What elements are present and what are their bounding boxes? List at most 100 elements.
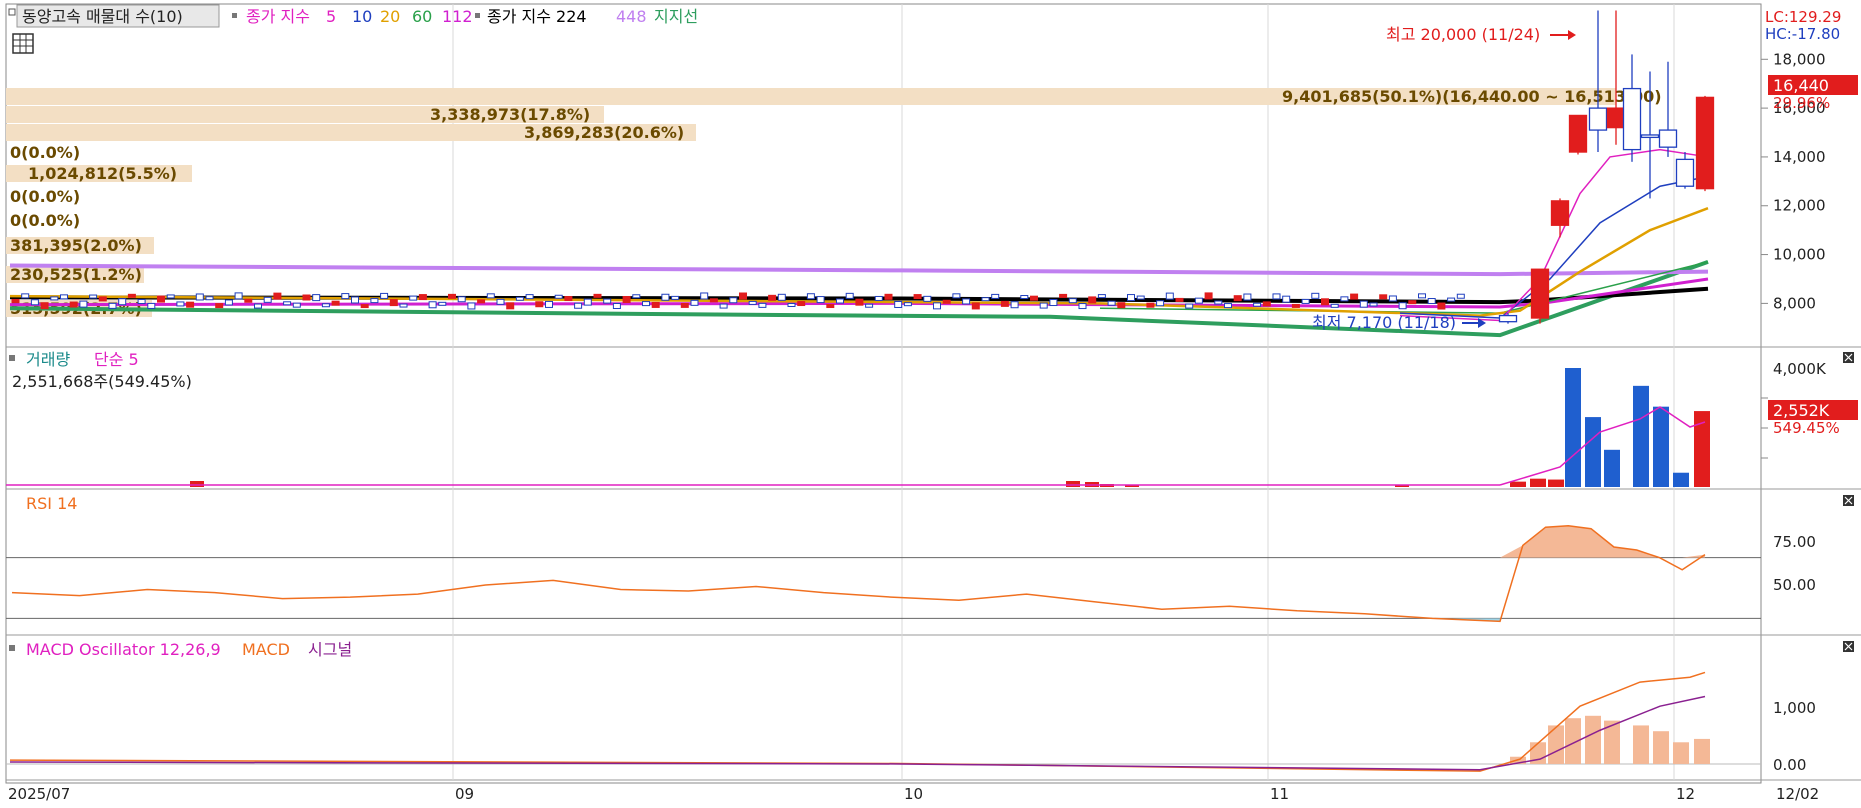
- legend-ma2-label: 종가 지수 224: [487, 7, 587, 26]
- candle-small: [292, 302, 301, 308]
- legend-ma-marker: [232, 13, 237, 18]
- candle-small: [991, 293, 1000, 299]
- candle-body: [1588, 107, 1608, 131]
- candle-small: [1330, 303, 1339, 308]
- candle-small: [1020, 295, 1029, 300]
- volume-profile-label: 9,401,685(50.1%)(16,440.00 ~ 16,513.00): [1282, 87, 1662, 106]
- candle-small: [952, 293, 961, 299]
- volume-profile-label: 0(0.0%): [10, 211, 80, 230]
- candle-small: [98, 296, 107, 302]
- candle-small: [438, 301, 447, 306]
- candle-small: [1272, 293, 1281, 300]
- candle-small: [1078, 303, 1087, 310]
- candle-small: [1224, 303, 1232, 309]
- candle-small: [1282, 295, 1291, 303]
- candle-small: [1204, 292, 1213, 300]
- candle-small: [1427, 298, 1436, 305]
- candle-small: [739, 292, 747, 300]
- candle-small: [612, 303, 621, 310]
- legend-ma-5: 5: [326, 7, 336, 26]
- legend-ma-20: 20: [380, 7, 400, 26]
- volume-profile-label: 1,024,812(5.5%): [28, 164, 177, 183]
- candle-small: [1107, 300, 1116, 306]
- candle-small: [651, 301, 660, 308]
- rsi-close-button[interactable]: [1843, 495, 1854, 506]
- candle-small: [671, 295, 680, 300]
- candle-small: [1437, 302, 1446, 310]
- volume-bar: [1604, 449, 1620, 487]
- macd-ytick-0: 0.00: [1773, 756, 1806, 774]
- volume-ytick: 4,000K: [1773, 360, 1827, 378]
- candle-small: [777, 293, 786, 301]
- candle-small: [89, 294, 98, 299]
- macd-legend-marker: [9, 645, 15, 651]
- candle-small: [1185, 303, 1194, 309]
- candle-small: [729, 297, 738, 304]
- grid-icon[interactable]: [12, 33, 34, 54]
- candle-small: [1175, 297, 1184, 302]
- candle-body: [1606, 107, 1626, 129]
- candle-small: [69, 301, 78, 308]
- candle-small: [477, 299, 486, 304]
- candle-small: [545, 300, 553, 308]
- candle-small: [1097, 294, 1106, 299]
- candle-small: [933, 302, 941, 310]
- candle-small: [1311, 292, 1320, 299]
- candle-body: [1498, 314, 1518, 323]
- legend-ma-10: 10: [352, 7, 372, 26]
- candle-small: [981, 297, 990, 302]
- legend-title: 동양고속 매물대 수(10): [22, 7, 183, 26]
- macd-close-button[interactable]: [1843, 641, 1854, 652]
- candle-small: [1136, 295, 1145, 300]
- candle-small: [1398, 302, 1407, 310]
- volume-profile-label: 3,869,283(20.6%): [524, 123, 684, 142]
- candle-small: [816, 296, 825, 304]
- candle-small: [360, 304, 369, 309]
- volume-bar-small: [1066, 481, 1080, 487]
- candle-small: [166, 294, 175, 299]
- candle-small: [1301, 298, 1310, 304]
- candle-small: [351, 296, 359, 304]
- candle-small: [506, 302, 515, 310]
- candle-small: [418, 294, 427, 301]
- candle-small: [118, 298, 127, 306]
- rsi-ytick-50: 50.00: [1773, 576, 1816, 594]
- candle-small: [1127, 294, 1135, 302]
- legend-ma-112: 112: [442, 7, 473, 26]
- candle-body: [1675, 158, 1695, 187]
- candle-small: [1010, 301, 1019, 309]
- candle-small: [515, 296, 524, 301]
- candle-small: [719, 303, 728, 309]
- candle-small: [826, 304, 835, 309]
- candle-small: [40, 302, 49, 310]
- candle-small: [1068, 298, 1077, 304]
- legend-support: 지지선: [654, 7, 698, 26]
- macd-legend-b: MACD: [242, 640, 290, 659]
- candle-small: [127, 293, 136, 298]
- candle-small: [409, 295, 418, 301]
- candle-small: [700, 292, 709, 300]
- candle-small: [1418, 293, 1426, 299]
- price-pct-text: 29.96%: [1773, 94, 1830, 112]
- x-label-11: 11: [1270, 785, 1289, 803]
- volume-close-button[interactable]: [1843, 352, 1854, 363]
- macd-legend-c: 시그널: [308, 640, 352, 659]
- candle-small: [690, 299, 699, 306]
- candle-small: [195, 293, 204, 301]
- candle-small: [1262, 301, 1271, 307]
- volume-bar: [1673, 472, 1689, 487]
- candle-small: [903, 302, 912, 307]
- candle-small: [224, 299, 233, 306]
- candle-small: [215, 303, 224, 309]
- candle-small: [535, 301, 544, 308]
- x-label-12: 12: [1676, 785, 1695, 803]
- candle-small: [583, 298, 592, 306]
- candle-small: [1408, 300, 1417, 305]
- candle-small: [836, 298, 844, 304]
- candle-small: [1350, 293, 1359, 300]
- legend-ma2-448: 448: [616, 7, 647, 26]
- price-gridlines: [1761, 58, 1768, 304]
- candle-small: [1049, 299, 1058, 307]
- chart-canvas: 9,401,685(50.1%)(16,440.00 ~ 16,513.00) 3…: [5, 3, 1861, 803]
- candle-small: [389, 299, 398, 307]
